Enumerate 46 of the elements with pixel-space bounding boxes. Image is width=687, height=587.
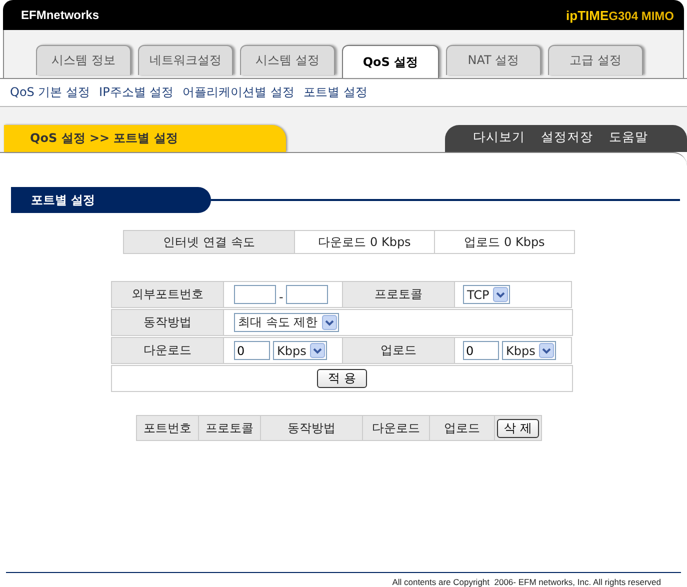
submenu-link[interactable]: IP주소별 설정 [99, 84, 174, 101]
menu-tab[interactable]: 고급 설정 [548, 45, 643, 75]
menu-tab[interactable]: 시스템 정보 [36, 45, 131, 75]
unit-dropdown[interactable]: Kbps [273, 341, 328, 360]
table-cell: 업로드 0 Kbps [434, 230, 575, 254]
submenu-link[interactable]: 어플리케이션별 설정 [182, 84, 294, 101]
unit-dropdown[interactable]: Kbps [502, 341, 556, 360]
field-label: 프로토콜 [342, 281, 455, 308]
menu-tab[interactable]: 시스템 설정 [240, 45, 335, 75]
menu-tab[interactable]: QoS 설정 [342, 45, 439, 78]
product-name: ipTIME [566, 8, 609, 22]
field-label: 업로드 [342, 337, 455, 364]
chevron-down-icon [322, 315, 337, 330]
input-field[interactable] [234, 285, 276, 304]
chevron-down-icon [493, 287, 508, 302]
column-header: 동작방법 [260, 415, 363, 441]
delete-button[interactable]: 삭 제 [497, 418, 539, 438]
action-link[interactable]: 설정저장 [541, 129, 593, 152]
copyright-text: All contents are Copyright 2006- EFM networks, Inc. All rights reserved [392, 576, 661, 586]
product-model: G304 MIMO [608, 8, 674, 22]
section-title: 포트별 설정 [11, 187, 211, 213]
menu-tab[interactable]: 네트워크설정 [138, 45, 233, 75]
column-header: 업로드 [429, 415, 495, 441]
column-header: 프로토콜 [198, 415, 261, 441]
input-field[interactable]: 0 [463, 341, 499, 360]
table-cell: 다운로드 0 Kbps [294, 230, 435, 254]
field-label: 다운로드 [111, 337, 224, 364]
action-link[interactable]: 도움말 [609, 129, 648, 152]
submenu-link[interactable]: 포트별 설정 [303, 84, 368, 101]
field-label: 동작방법 [111, 309, 224, 336]
table-cell: 인터넷 연결 속도 [123, 230, 295, 254]
column-header: 다운로드 [362, 415, 430, 441]
column-header: 포트번호 [136, 415, 199, 441]
brand-name: EFMnetworks [21, 8, 100, 22]
range-separator: - [279, 288, 284, 304]
menu-tab[interactable]: NAT 설정 [446, 45, 541, 75]
mode-dropdown[interactable]: 최대 속도 제한 [234, 313, 339, 332]
submenu-link[interactable]: QoS 기본 설정 [10, 84, 90, 101]
protocol-dropdown[interactable]: TCP [463, 285, 510, 304]
chevron-down-icon [310, 343, 326, 358]
apply-button[interactable]: 적 용 [317, 369, 367, 388]
field-label: 외부포트번호 [111, 281, 224, 308]
chevron-down-icon [539, 343, 554, 358]
action-link[interactable]: 다시보기 [473, 129, 525, 152]
input-field[interactable] [286, 285, 328, 304]
input-field[interactable]: 0 [234, 341, 270, 360]
